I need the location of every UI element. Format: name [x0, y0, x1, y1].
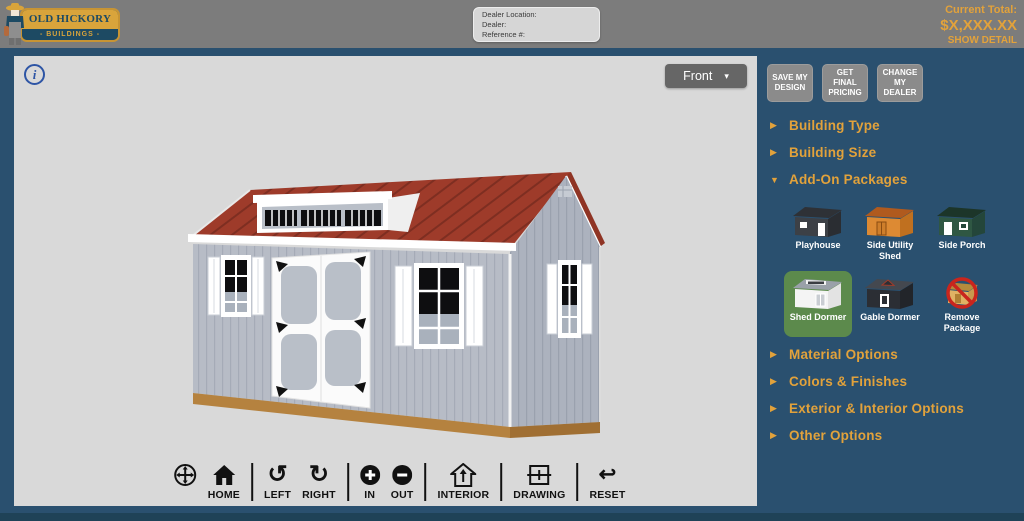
current-total-label: Current Total: [940, 4, 1017, 16]
toolbar-divider [500, 463, 502, 501]
package-side-porch[interactable]: Side Porch [928, 199, 996, 266]
menu-other-options[interactable]: ▶ Other Options [770, 428, 1024, 443]
package-remove[interactable]: Remove Package [928, 271, 996, 338]
logo-subtitle: - BUILDINGS - [22, 29, 118, 40]
dealer-location-label: Dealer Location: [482, 10, 591, 20]
drawing-icon [526, 462, 552, 488]
options-menu: ▶ Building Type ▶ Building Size ▼ Add-On… [762, 118, 1024, 443]
menu-building-size[interactable]: ▶ Building Size [770, 145, 1024, 160]
side-porch-thumbnail-icon [929, 203, 995, 239]
collapsed-arrow-icon: ▶ [770, 120, 780, 131]
home-button[interactable]: HOME [208, 462, 240, 501]
zoom-out-button[interactable]: OUT [391, 462, 414, 501]
interior-view-button[interactable]: INTERIOR [438, 462, 490, 501]
current-total-amount: $X,XXX.XX [940, 17, 1017, 34]
viewer-toolbar: HOME ↺ LEFT ↻ RIGHT IN [173, 462, 626, 501]
zoom-out-icon [392, 462, 412, 488]
lumberjack-icon [2, 2, 28, 46]
toolbar-divider [576, 463, 578, 501]
reset-icon: ↩ [599, 462, 617, 488]
package-shed-dormer[interactable]: Shed Dormer [784, 271, 852, 338]
toolbar-divider [425, 463, 427, 501]
pan-button[interactable] [173, 463, 197, 492]
rotate-left-button[interactable]: ↺ LEFT [264, 462, 291, 501]
view-selector[interactable]: Front ▾ [665, 64, 747, 88]
home-icon [212, 462, 236, 488]
info-icon[interactable]: i [24, 64, 45, 85]
save-design-button[interactable]: SAVE MY DESIGN [767, 64, 813, 102]
collapsed-arrow-icon: ▶ [770, 349, 780, 360]
zoom-in-button[interactable]: IN [360, 462, 380, 501]
old-hickory-logo: OLD HICKORY - BUILDINGS - [6, 3, 122, 45]
drawing-button[interactable]: DRAWING [513, 462, 565, 501]
rotate-right-icon: ↻ [309, 462, 329, 488]
shed-window-gable [547, 260, 592, 338]
view-selector-value: Front [683, 69, 712, 83]
shed-dormer [253, 191, 420, 233]
get-pricing-button[interactable]: GET FINAL PRICING [822, 64, 868, 102]
viewer-canvas[interactable]: i Front ▾ HOME [14, 56, 757, 506]
interior-icon [450, 462, 476, 488]
menu-addon-packages[interactable]: ▼ Add-On Packages [770, 172, 1024, 187]
chevron-down-icon: ▾ [724, 71, 729, 82]
rotate-left-icon: ↺ [267, 462, 287, 488]
collapsed-arrow-icon: ▶ [770, 430, 780, 441]
current-total: Current Total: $X,XXX.XX SHOW DETAIL [940, 4, 1017, 46]
collapsed-arrow-icon: ▶ [770, 376, 780, 387]
sidebar-actions: SAVE MY DESIGN GET FINAL PRICING CHANGE … [767, 64, 1024, 102]
toolbar-divider [347, 463, 349, 501]
change-dealer-button[interactable]: CHANGE MY DEALER [877, 64, 923, 102]
reset-button[interactable]: ↩ RESET [589, 462, 625, 501]
zoom-in-icon [360, 462, 380, 488]
pan-icon [173, 463, 197, 487]
remove-package-icon [929, 275, 995, 311]
package-playhouse[interactable]: Playhouse [784, 199, 852, 266]
addon-packages-grid: Playhouse Side Utility Shed [784, 199, 1024, 337]
menu-exterior-interior-options[interactable]: ▶ Exterior & Interior Options [770, 401, 1024, 416]
toolbar-divider [251, 463, 253, 501]
bottom-border-strip [0, 513, 1024, 521]
show-detail-link[interactable]: SHOW DETAIL [940, 35, 1017, 46]
menu-colors-finishes[interactable]: ▶ Colors & Finishes [770, 374, 1024, 389]
menu-material-options[interactable]: ▶ Material Options [770, 347, 1024, 362]
package-gable-dormer[interactable]: Gable Dormer [856, 271, 924, 338]
menu-building-type[interactable]: ▶ Building Type [770, 118, 1024, 133]
rotate-right-button[interactable]: ↻ RIGHT [302, 462, 336, 501]
collapsed-arrow-icon: ▶ [770, 147, 780, 158]
top-bar: OLD HICKORY - BUILDINGS - Dealer Locatio… [0, 0, 1024, 48]
shed-3d-model[interactable] [14, 56, 757, 506]
package-side-utility-shed[interactable]: Side Utility Shed [856, 199, 924, 266]
logo-badge: OLD HICKORY - BUILDINGS - [20, 8, 120, 42]
logo-title: OLD HICKORY [22, 10, 118, 29]
playhouse-thumbnail-icon [785, 203, 851, 239]
shed-window-left [208, 255, 264, 317]
gable-dormer-thumbnail-icon [857, 275, 923, 311]
shed-window-front [395, 263, 483, 349]
shed-double-door [272, 252, 370, 408]
side-utility-shed-thumbnail-icon [857, 203, 923, 239]
options-sidebar: SAVE MY DESIGN GET FINAL PRICING CHANGE … [762, 56, 1024, 511]
shed-dormer-thumbnail-icon [785, 275, 851, 311]
expanded-arrow-icon: ▼ [770, 175, 780, 185]
dealer-label: Dealer: [482, 20, 591, 30]
collapsed-arrow-icon: ▶ [770, 403, 780, 414]
dealer-info-box: Dealer Location: Dealer: Reference #: [473, 7, 600, 42]
reference-label: Reference #: [482, 30, 591, 40]
